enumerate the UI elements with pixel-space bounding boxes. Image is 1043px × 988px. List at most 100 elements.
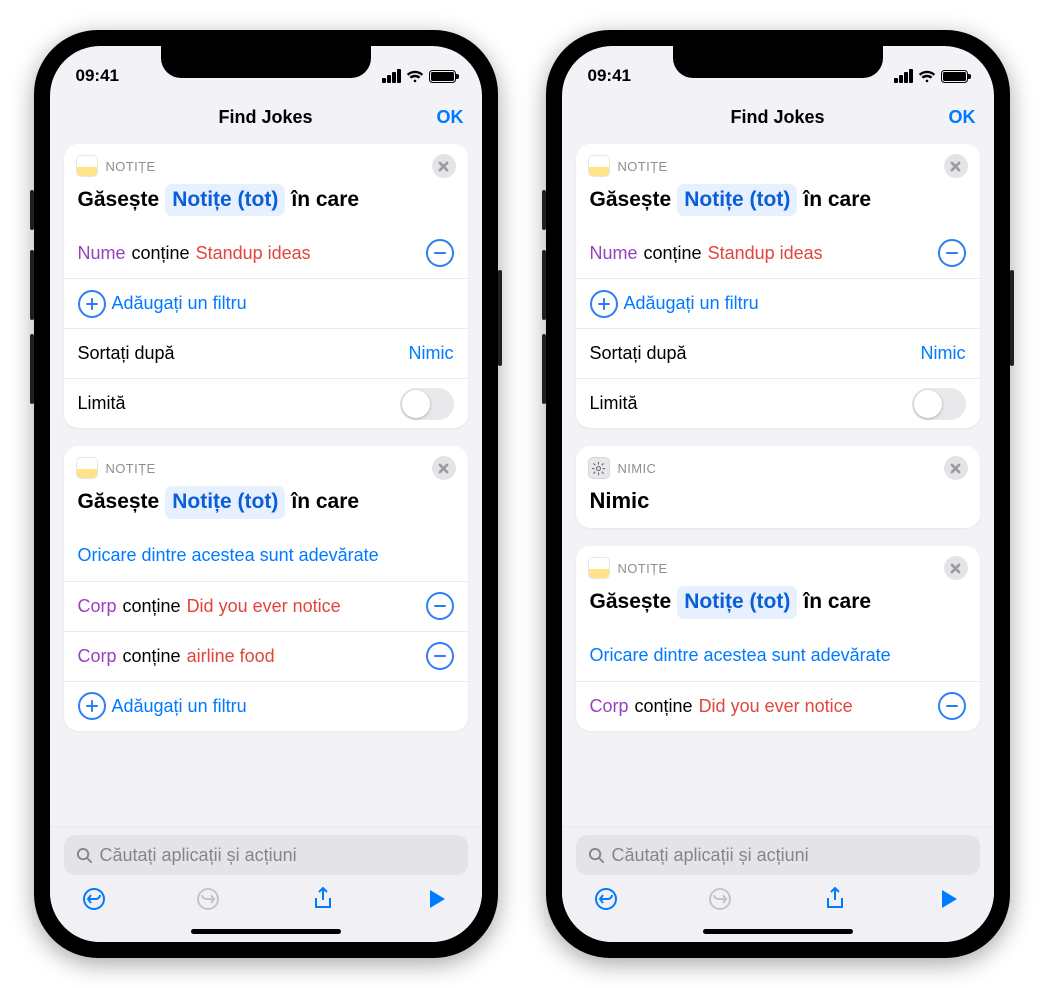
run-button[interactable] xyxy=(419,881,455,917)
nav-bar: Find Jokes OK xyxy=(562,94,994,140)
share-button[interactable] xyxy=(305,881,341,917)
app-label: NIMIC xyxy=(618,461,657,476)
app-label: NOTIȚE xyxy=(106,159,156,174)
search-icon xyxy=(588,847,605,864)
action-card-find-notes-2: NOTIȚE Găsește Notițe (tot) în care Oric… xyxy=(64,446,468,730)
filter-row[interactable]: Corp conține Did you ever notice xyxy=(64,581,468,631)
filter-value: airline food xyxy=(187,646,275,667)
action-title[interactable]: Găsește Notițe (tot) în care xyxy=(64,180,468,228)
sort-value: Nimic xyxy=(409,343,454,364)
filter-op: conține xyxy=(644,243,702,264)
remove-action-button[interactable] xyxy=(944,154,968,178)
filter-key: Corp xyxy=(78,646,117,667)
remove-filter-button[interactable] xyxy=(938,692,966,720)
notch xyxy=(673,46,883,78)
add-filter-row[interactable]: Adăugați un filtru xyxy=(64,278,468,328)
action-title[interactable]: Găsește Notițe (tot) în care xyxy=(64,482,468,530)
add-filter-label: Adăugați un filtru xyxy=(112,696,247,717)
phone-left: 09:41 Find Jokes OK NOTIȚE xyxy=(34,30,498,958)
phone-right: 09:41 Find Jokes OK NOTIȚE xyxy=(546,30,1010,958)
notes-scope-token[interactable]: Notițe (tot) xyxy=(677,184,797,216)
filter-op: conține xyxy=(635,696,693,717)
nothing-title: Nimic xyxy=(576,482,980,528)
plus-icon xyxy=(78,692,106,720)
limit-row: Limită xyxy=(64,378,468,428)
remove-filter-button[interactable] xyxy=(426,642,454,670)
remove-filter-button[interactable] xyxy=(426,239,454,267)
status-time: 09:41 xyxy=(588,66,631,86)
cellular-icon xyxy=(382,69,401,83)
sort-by-row[interactable]: Sortați după Nimic xyxy=(576,328,980,378)
action-title[interactable]: Găsește Notițe (tot) în care xyxy=(576,582,980,630)
limit-toggle[interactable] xyxy=(400,388,454,420)
run-button[interactable] xyxy=(931,881,967,917)
gear-app-icon xyxy=(588,457,610,479)
battery-icon xyxy=(941,70,968,83)
match-mode-row[interactable]: Oricare dintre acestea sunt adevărate xyxy=(64,531,468,581)
match-mode-row[interactable]: Oricare dintre acestea sunt adevărate xyxy=(576,631,980,681)
action-card-find-notes-1: NOTIȚE Găsește Notițe (tot) în care Nume… xyxy=(576,144,980,428)
editor-content: NOTIȚE Găsește Notițe (tot) în care Nume… xyxy=(50,140,482,826)
remove-action-button[interactable] xyxy=(432,456,456,480)
sort-by-row[interactable]: Sortați după Nimic xyxy=(64,328,468,378)
search-placeholder: Căutați aplicații și acțiuni xyxy=(612,845,809,866)
bottom-bar: Căutați aplicații și acțiuni xyxy=(562,826,994,942)
redo-button[interactable] xyxy=(190,881,226,917)
filter-row[interactable]: Nume conține Standup ideas xyxy=(64,228,468,278)
nav-title: Find Jokes xyxy=(730,107,824,128)
filter-key: Nume xyxy=(78,243,126,264)
cellular-icon xyxy=(894,69,913,83)
home-indicator[interactable] xyxy=(191,929,341,934)
notes-scope-token[interactable]: Notițe (tot) xyxy=(677,586,797,618)
nav-bar: Find Jokes OK xyxy=(50,94,482,140)
filter-value: Standup ideas xyxy=(196,243,311,264)
share-button[interactable] xyxy=(817,881,853,917)
notch xyxy=(161,46,371,78)
home-indicator[interactable] xyxy=(703,929,853,934)
action-card-find-notes-2: NOTIȚE Găsește Notițe (tot) în care Oric… xyxy=(576,546,980,730)
editor-content: NOTIȚE Găsește Notițe (tot) în care Nume… xyxy=(562,140,994,826)
action-title[interactable]: Găsește Notițe (tot) în care xyxy=(576,180,980,228)
app-label: NOTIȚE xyxy=(618,561,668,576)
add-filter-row[interactable]: Adăugați un filtru xyxy=(576,278,980,328)
search-placeholder: Căutați aplicații și acțiuni xyxy=(100,845,297,866)
battery-icon xyxy=(429,70,456,83)
remove-filter-button[interactable] xyxy=(426,592,454,620)
notes-scope-token[interactable]: Notițe (tot) xyxy=(165,486,285,518)
search-icon xyxy=(76,847,93,864)
redo-button[interactable] xyxy=(702,881,738,917)
nav-title: Find Jokes xyxy=(218,107,312,128)
filter-key: Corp xyxy=(590,696,629,717)
search-input[interactable]: Căutați aplicații și acțiuni xyxy=(576,835,980,875)
limit-row: Limită xyxy=(576,378,980,428)
notes-app-icon xyxy=(588,155,610,177)
done-button[interactable]: OK xyxy=(313,107,464,128)
undo-button[interactable] xyxy=(76,881,112,917)
filter-row[interactable]: Nume conține Standup ideas xyxy=(576,228,980,278)
status-time: 09:41 xyxy=(76,66,119,86)
remove-action-button[interactable] xyxy=(432,154,456,178)
filter-value: Did you ever notice xyxy=(187,596,341,617)
notes-app-icon xyxy=(588,557,610,579)
plus-icon xyxy=(590,290,618,318)
action-card-find-notes-1: NOTIȚE Găsește Notițe (tot) în care Nume… xyxy=(64,144,468,428)
filter-key: Corp xyxy=(78,596,117,617)
notes-scope-token[interactable]: Notițe (tot) xyxy=(165,184,285,216)
undo-button[interactable] xyxy=(588,881,624,917)
filter-op: conține xyxy=(123,596,181,617)
action-card-nothing: NIMIC Nimic xyxy=(576,446,980,528)
filter-row[interactable]: Corp conține Did you ever notice xyxy=(576,681,980,731)
search-input[interactable]: Căutați aplicații și acțiuni xyxy=(64,835,468,875)
app-label: NOTIȚE xyxy=(106,461,156,476)
filter-value: Standup ideas xyxy=(708,243,823,264)
add-filter-row[interactable]: Adăugați un filtru xyxy=(64,681,468,731)
filter-op: conține xyxy=(123,646,181,667)
limit-toggle[interactable] xyxy=(912,388,966,420)
remove-action-button[interactable] xyxy=(944,556,968,580)
filter-row[interactable]: Corp conține airline food xyxy=(64,631,468,681)
add-filter-label: Adăugați un filtru xyxy=(624,293,759,314)
remove-action-button[interactable] xyxy=(944,456,968,480)
remove-filter-button[interactable] xyxy=(938,239,966,267)
notes-app-icon xyxy=(76,155,98,177)
done-button[interactable]: OK xyxy=(825,107,976,128)
